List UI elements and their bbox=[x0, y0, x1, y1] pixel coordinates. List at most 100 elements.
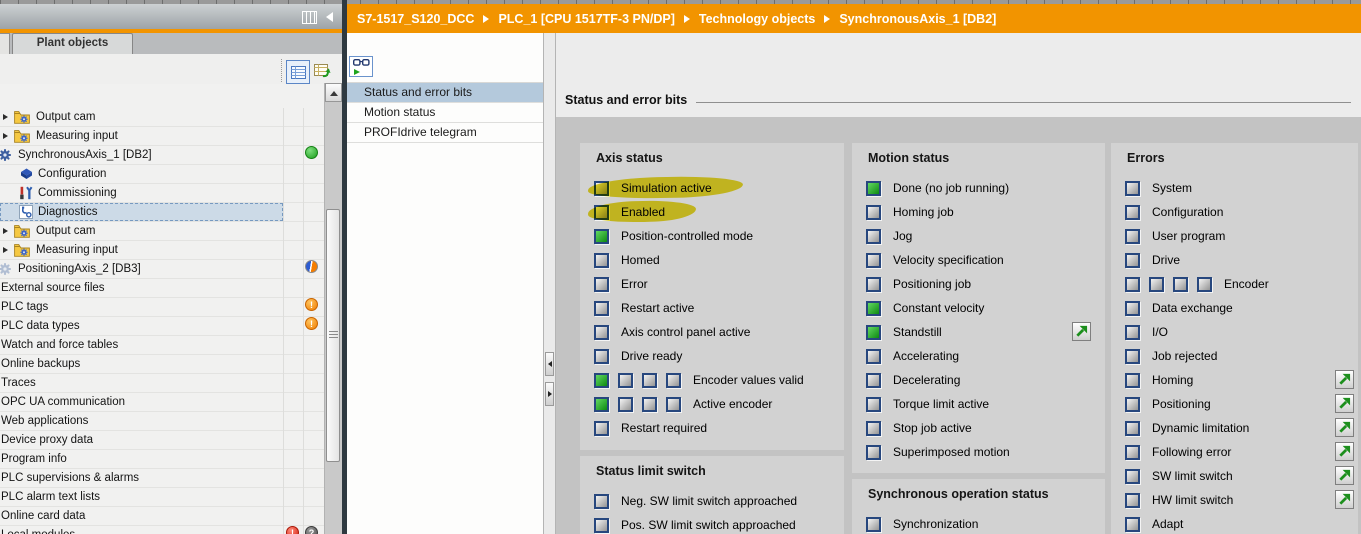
diagnostics-icon bbox=[19, 205, 35, 219]
tab-plant-objects[interactable]: Plant objects bbox=[12, 33, 133, 54]
status-led-off bbox=[1125, 324, 1140, 340]
tree-item-label: Watch and force tables bbox=[1, 339, 119, 351]
status-row-pos-sw-limit-switch-approached: Pos. SW limit switch approached bbox=[594, 513, 842, 534]
tree-item-label: Output cam bbox=[36, 225, 96, 237]
status-led-off bbox=[866, 348, 881, 364]
error-status-badge: ! bbox=[286, 526, 299, 534]
tree-item-local-modules[interactable]: Local modules!? bbox=[0, 526, 324, 534]
tree-item-label: Local modules bbox=[1, 526, 75, 534]
status-led-off bbox=[594, 324, 609, 340]
status-label: Simulation active bbox=[621, 181, 712, 195]
expand-arrow-icon[interactable] bbox=[3, 114, 8, 120]
tree-item-positioningaxis-2-db3[interactable]: PositioningAxis_2 [DB3] bbox=[0, 260, 324, 279]
tree-item-label: Program info bbox=[1, 453, 67, 465]
status-label: Active encoder bbox=[693, 397, 773, 411]
tree-item-online-card-data[interactable]: Online card data bbox=[0, 507, 324, 526]
overview-refresh-button[interactable] bbox=[311, 60, 333, 82]
status-led-off bbox=[866, 444, 881, 460]
tree-item-device-proxy-data[interactable]: Device proxy data bbox=[0, 431, 324, 450]
thumb-grip-icon bbox=[329, 331, 338, 338]
status-label: Dynamic limitation bbox=[1152, 421, 1250, 435]
status-led-off bbox=[1125, 348, 1140, 364]
tree-item-diagnostics[interactable]: Diagnostics bbox=[0, 203, 324, 222]
breadcrumb-item-synchronousaxis-1-db2[interactable]: SynchronousAxis_1 [DB2] bbox=[839, 12, 996, 26]
goto-diagnostics-link-button[interactable] bbox=[1335, 442, 1354, 461]
tree-item-measuring-input[interactable]: Measuring input bbox=[0, 241, 324, 260]
expand-arrow-icon[interactable] bbox=[3, 228, 8, 234]
goto-diagnostics-link-button[interactable] bbox=[1335, 394, 1354, 413]
goto-diagnostics-link-button[interactable] bbox=[1072, 322, 1091, 341]
goto-diagnostics-link-button[interactable] bbox=[1335, 466, 1354, 485]
status-label: Encoder values valid bbox=[693, 373, 804, 387]
goto-diagnostics-link-button[interactable] bbox=[1335, 418, 1354, 437]
tree-grid-line bbox=[283, 108, 284, 534]
tree-item-external-source-files[interactable]: External source files bbox=[0, 279, 324, 298]
tree-item-synchronousaxis-1-db2[interactable]: SynchronousAxis_1 [DB2] bbox=[0, 146, 324, 165]
breadcrumb-item-technology-objects[interactable]: Technology objects bbox=[699, 12, 815, 26]
scroll-thumb[interactable] bbox=[326, 209, 340, 462]
tree-item-traces[interactable]: Traces bbox=[0, 374, 324, 393]
tree-item-plc-alarm-text-lists[interactable]: PLC alarm text lists bbox=[0, 488, 324, 507]
tree-item-program-info[interactable]: Program info bbox=[0, 450, 324, 469]
status-row-restart-active: Restart active bbox=[594, 296, 842, 320]
status-led-off bbox=[866, 372, 881, 388]
diagnostics-mode-button[interactable] bbox=[349, 56, 373, 77]
jump-arrow-icon bbox=[1076, 325, 1088, 337]
status-led-off bbox=[1125, 444, 1140, 460]
status-led-off bbox=[866, 516, 881, 532]
breadcrumb-item-plc-1-cpu-1517tf-3-pn-dp[interactable]: PLC_1 [CPU 1517TF-3 PN/DP] bbox=[498, 12, 674, 26]
scroll-up-button[interactable] bbox=[325, 83, 342, 102]
jump-arrow-icon bbox=[1339, 421, 1351, 433]
status-label: Enabled bbox=[621, 205, 666, 219]
jump-arrow-icon bbox=[1339, 469, 1351, 481]
collapse-panel-icon[interactable] bbox=[326, 12, 333, 22]
tree-grid-line bbox=[303, 108, 304, 534]
tree-item-web-applications[interactable]: Web applications bbox=[0, 412, 324, 431]
tree-scrollbar[interactable] bbox=[324, 83, 342, 534]
splitter-collapse-right-button[interactable] bbox=[545, 382, 554, 406]
status-label: Job rejected bbox=[1152, 349, 1218, 363]
nav-item-profidrive-telegram[interactable]: PROFIdrive telegram bbox=[347, 123, 543, 143]
tree-item-online-backups[interactable]: Online backups bbox=[0, 355, 324, 374]
goto-diagnostics-link-button[interactable] bbox=[1335, 370, 1354, 389]
tree-item-commissioning[interactable]: Commissioning bbox=[0, 184, 324, 203]
tree-tab-bar: Plant objects bbox=[0, 33, 342, 54]
tree-item-plc-supervisions-alarms[interactable]: PLC supervisions & alarms bbox=[0, 469, 324, 488]
tree-item-label: PLC alarm text lists bbox=[1, 491, 101, 503]
status-row-velocity-specification: Velocity specification bbox=[866, 248, 1103, 272]
status-row-configuration: Configuration bbox=[1125, 200, 1356, 224]
tree-item-output-cam[interactable]: Output cam bbox=[0, 108, 324, 127]
expand-arrow-icon[interactable] bbox=[3, 247, 8, 253]
status-row-user-program: User program bbox=[1125, 224, 1356, 248]
tree-item-watch-and-force-tables[interactable]: Watch and force tables bbox=[0, 336, 324, 355]
status-led-off bbox=[1125, 516, 1140, 532]
group-axis-status: Axis status Simulation active Enabled Posit… bbox=[580, 143, 844, 450]
folder-cam-icon bbox=[14, 224, 30, 238]
details-view-button[interactable] bbox=[286, 60, 310, 84]
breadcrumb-item-s7-1517-s120-dcc[interactable]: S7-1517_S120_DCC bbox=[357, 12, 474, 26]
tree-item-measuring-input[interactable]: Measuring input bbox=[0, 127, 324, 146]
tree-item-plc-data-types[interactable]: PLC data types! bbox=[0, 317, 324, 336]
status-row-drive-ready: Drive ready bbox=[594, 344, 842, 368]
columns-view-icon[interactable] bbox=[302, 11, 317, 24]
tab-partial[interactable] bbox=[0, 33, 10, 54]
tree-item-opc-ua-communication[interactable]: OPC UA communication bbox=[0, 393, 324, 412]
gear-dim-icon bbox=[0, 262, 14, 276]
tree-item-output-cam[interactable]: Output cam bbox=[0, 222, 324, 241]
splitter[interactable] bbox=[543, 33, 556, 534]
nav-item-status-and-error-bits[interactable]: Status and error bits bbox=[347, 83, 543, 103]
status-label: Accelerating bbox=[893, 349, 960, 363]
tree-item-configuration[interactable]: Configuration bbox=[0, 165, 324, 184]
expand-arrow-icon[interactable] bbox=[3, 133, 8, 139]
splitter-collapse-left-button[interactable] bbox=[545, 352, 554, 376]
nav-item-motion-status[interactable]: Motion status bbox=[347, 103, 543, 123]
group-rows: Neg. SW limit switch approached Pos. SW l… bbox=[594, 489, 842, 534]
status-row-positioning-job: Positioning job bbox=[866, 272, 1103, 296]
status-led-off bbox=[1125, 204, 1140, 220]
goto-diagnostics-link-button[interactable] bbox=[1335, 490, 1354, 509]
jump-arrow-icon bbox=[1339, 445, 1351, 457]
status-label: Data exchange bbox=[1152, 301, 1233, 315]
tree-item-label: Traces bbox=[1, 377, 36, 389]
axis-status-title: Axis status bbox=[596, 151, 663, 165]
tree-item-plc-tags[interactable]: PLC tags! bbox=[0, 298, 324, 317]
